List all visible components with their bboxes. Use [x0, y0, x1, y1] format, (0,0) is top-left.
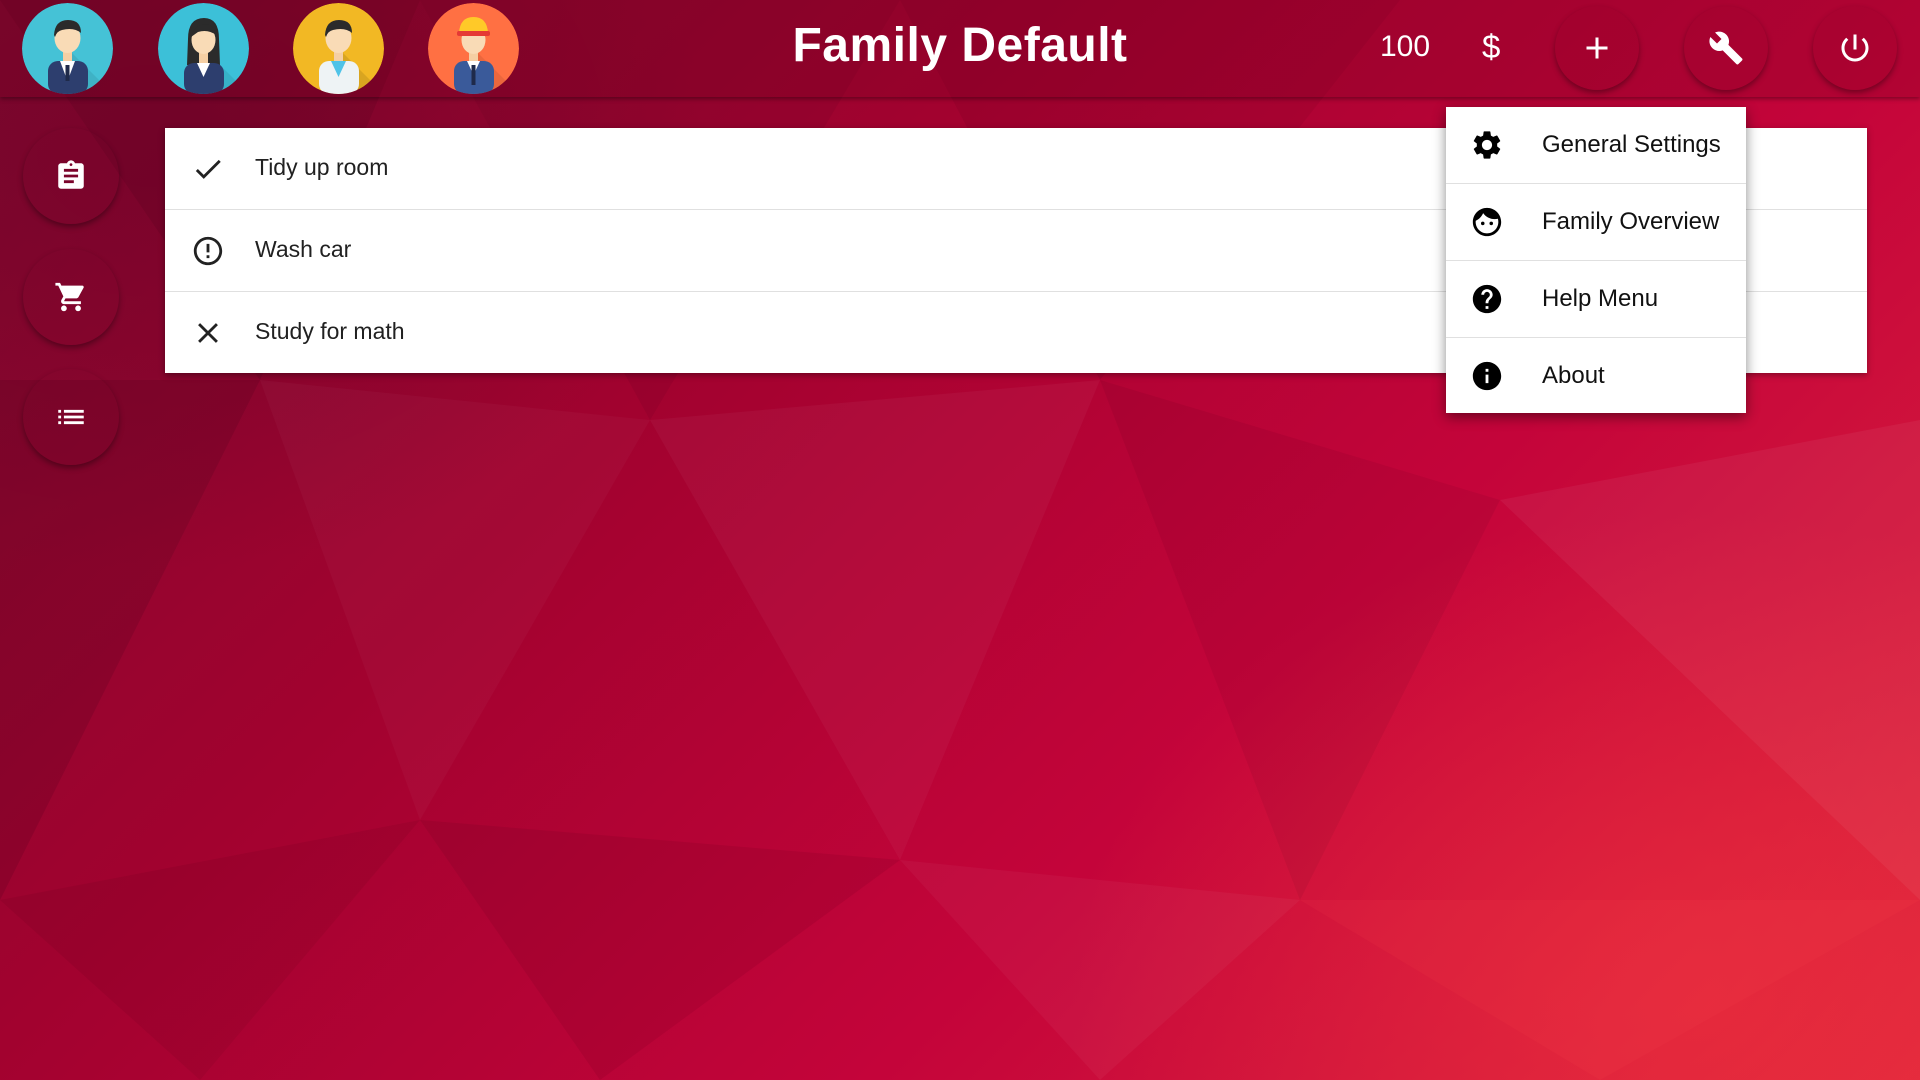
top-bar: Family Default 100 $: [0, 0, 1920, 97]
menu-item-label: Help Menu: [1542, 285, 1659, 312]
close-icon: [198, 323, 218, 343]
currency-symbol: $: [1482, 28, 1501, 65]
menu-item-general-settings[interactable]: General Settings: [1446, 107, 1746, 184]
boy-avatar-icon: [293, 3, 384, 94]
add-button[interactable]: [1555, 6, 1639, 90]
settings-button[interactable]: [1684, 6, 1768, 90]
sidebar-item-shop[interactable]: [23, 249, 119, 345]
power-icon: [1841, 34, 1869, 62]
check-icon: [195, 159, 221, 179]
help-circle-icon: [1472, 284, 1502, 314]
avatar-worker[interactable]: [428, 3, 519, 94]
alert-circle-icon: [193, 236, 223, 266]
task-label: Tidy up room: [255, 154, 389, 180]
logout-button[interactable]: [1813, 6, 1897, 90]
menu-item-label: Family Overview: [1542, 208, 1720, 235]
wrench-icon: [1709, 31, 1743, 65]
father-avatar-icon: [22, 3, 113, 94]
gear-icon: [1473, 131, 1501, 159]
face-icon: [1472, 207, 1502, 237]
info-icon: [1472, 361, 1502, 391]
menu-item-about[interactable]: About: [1446, 338, 1746, 413]
mother-avatar-icon: [158, 3, 249, 94]
list-icon: [58, 409, 84, 425]
task-label: Wash car: [255, 236, 352, 262]
avatar-boy[interactable]: [293, 3, 384, 94]
avatar-father[interactable]: [22, 3, 113, 94]
menu-item-family-overview[interactable]: Family Overview: [1446, 184, 1746, 261]
settings-menu: General Settings Family Overview Help Me…: [1446, 107, 1746, 413]
clipboard-icon: [58, 160, 84, 189]
sidebar-item-tasks[interactable]: [23, 128, 119, 224]
page-title: Family Default: [792, 19, 1128, 72]
menu-item-label: About: [1542, 362, 1605, 389]
worker-avatar-icon: [428, 3, 519, 94]
task-label: Study for math: [255, 318, 405, 344]
balance-value: 100: [1380, 30, 1431, 63]
sidebar-item-list[interactable]: [23, 369, 119, 465]
menu-item-label: General Settings: [1542, 131, 1721, 158]
avatar-mother[interactable]: [158, 3, 249, 94]
plus-icon: [1586, 37, 1608, 59]
menu-item-help[interactable]: Help Menu: [1446, 261, 1746, 338]
shopping-cart-icon: [55, 282, 84, 312]
